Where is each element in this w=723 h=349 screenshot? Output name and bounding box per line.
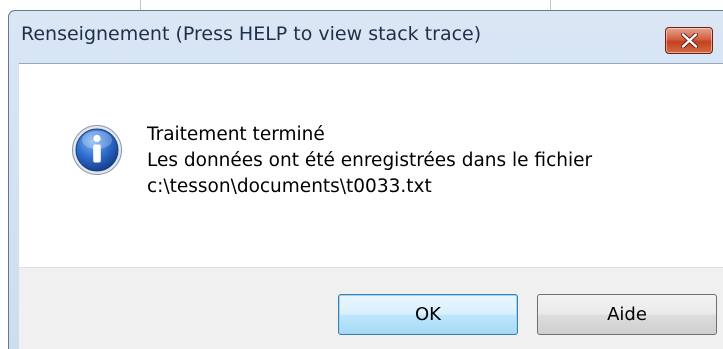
message-text: Traitement terminé Les données ont été e… — [147, 122, 592, 200]
information-icon — [72, 125, 122, 175]
message-line: Traitement terminé — [147, 124, 325, 145]
dialog-body: Traitement terminé Les données ont été e… — [19, 63, 723, 349]
title-bar[interactable]: Renseignement (Press HELP to view stack … — [9, 11, 723, 63]
close-icon — [681, 33, 698, 48]
message-line: Les données ont été enregistrées dans le… — [147, 150, 593, 171]
dialog-title: Renseignement (Press HELP to view stack … — [21, 23, 482, 45]
ok-button[interactable]: OK — [338, 294, 518, 335]
message-line: c:\tesson\documents\t0033.txt — [147, 176, 432, 197]
close-button[interactable] — [665, 27, 713, 54]
message-area: Traitement terminé Les données ont été e… — [19, 64, 723, 267]
help-button[interactable]: Aide — [537, 294, 717, 335]
button-bar: OK Aide — [19, 267, 723, 349]
dialog-window: Renseignement (Press HELP to view stack … — [8, 10, 723, 349]
